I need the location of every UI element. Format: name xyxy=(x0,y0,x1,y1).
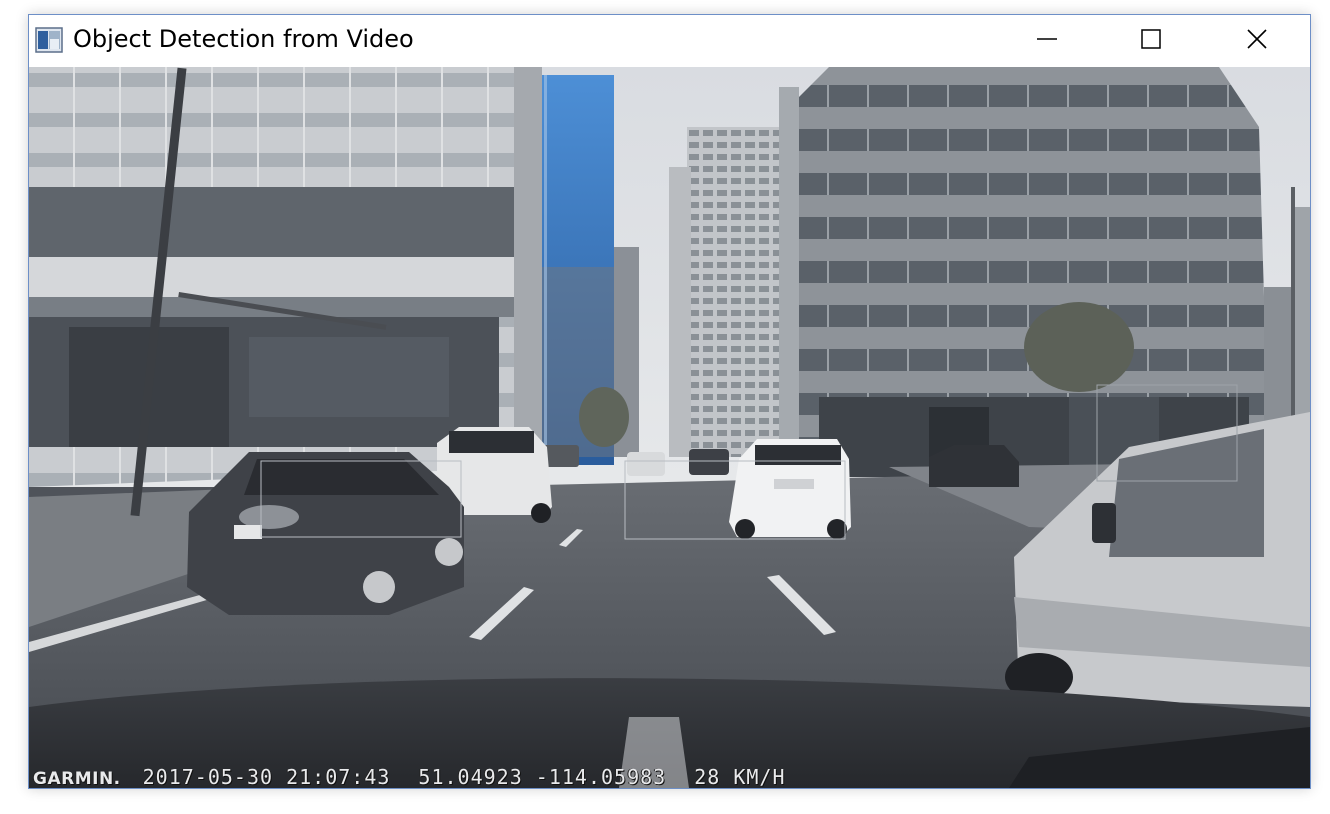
overlay-speed: 28 KM/H xyxy=(694,765,786,788)
white-suv-right xyxy=(729,439,851,539)
garmin-logo: GARMIN. xyxy=(33,769,121,788)
dashcam-overlay: GARMIN. 2017-05-30 21:07:43 51.04923 -114.… xyxy=(33,765,814,788)
video-frame: GARMIN. 2017-05-30 21:07:43 51.04923 -114.… xyxy=(29,67,1310,788)
maximize-icon xyxy=(1140,28,1162,54)
minimize-icon xyxy=(1036,28,1058,54)
app-window: Object Detection from Video GARMIN. 2017… xyxy=(28,14,1311,789)
close-icon xyxy=(1246,28,1268,54)
minimize-button[interactable] xyxy=(995,15,1099,67)
close-button[interactable] xyxy=(1205,15,1309,67)
dark-sedan xyxy=(187,452,464,615)
dashcam-scene xyxy=(29,67,1310,788)
overlay-coordinates: 51.04923 -114.05983 xyxy=(418,765,667,788)
title-bar[interactable]: Object Detection from Video xyxy=(29,15,1310,67)
maximize-button[interactable] xyxy=(1099,15,1203,67)
overlay-datetime: 2017-05-30 21:07:43 xyxy=(142,765,391,788)
window-title: Object Detection from Video xyxy=(73,25,414,53)
app-window-icon xyxy=(35,27,63,53)
